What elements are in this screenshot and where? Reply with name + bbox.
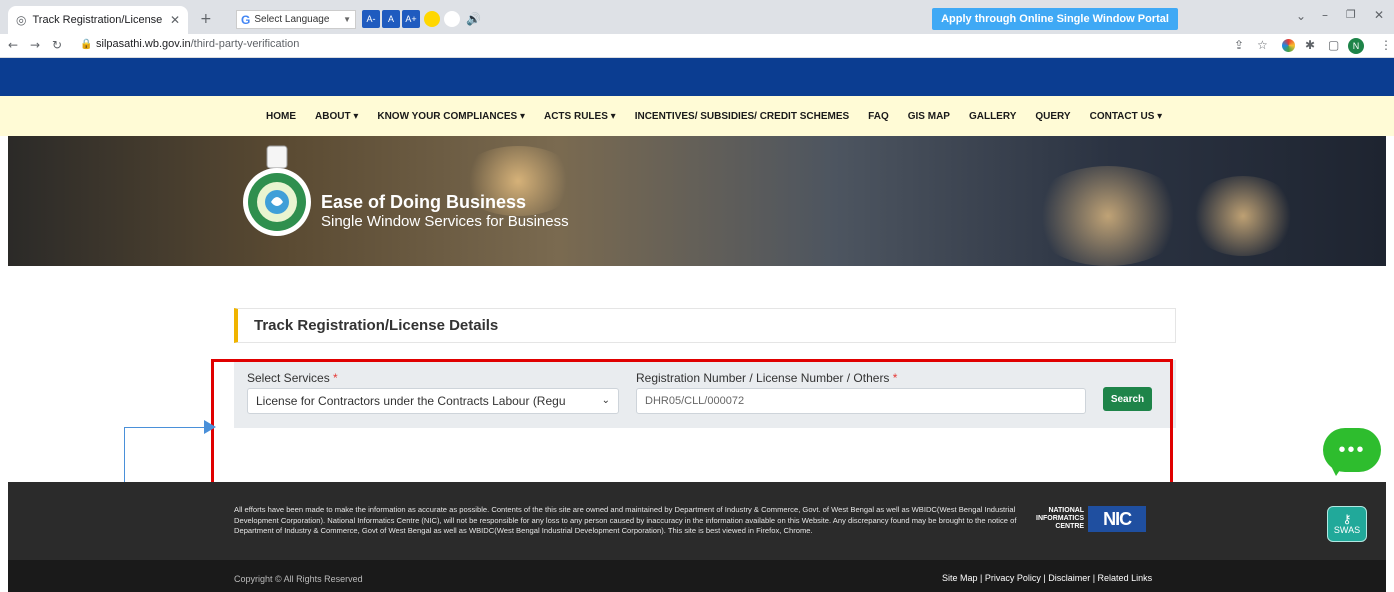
browser-tab-bar: ◎ Track Registration/License Detail ✕ + …	[0, 0, 1394, 34]
hero-subtitle: Single Window Services for Business	[321, 213, 569, 230]
new-tab-icon[interactable]: +	[200, 12, 212, 26]
nav-home[interactable]: HOME	[266, 111, 296, 122]
nic-wordmark-line: INFORMATICS	[1036, 515, 1085, 522]
back-icon[interactable]: ←	[8, 39, 18, 51]
page-title: Track Registration/License Details	[254, 317, 499, 334]
share-icon[interactable]: ⇪	[1234, 39, 1244, 51]
nav-about[interactable]: ABOUT ▾	[315, 111, 358, 122]
browser-tab[interactable]: ◎ Track Registration/License Detail ✕	[8, 6, 188, 34]
arrow-right-icon	[204, 420, 216, 434]
white-theme-button[interactable]	[444, 11, 460, 27]
nic-wordmark: NATIONAL INFORMATICS CENTRE	[1036, 507, 1084, 531]
annotation-arrow-line	[124, 427, 206, 428]
nav-query[interactable]: QUERY	[1035, 111, 1070, 122]
extensions-puzzle-icon[interactable]: ✱	[1305, 39, 1315, 51]
search-button[interactable]: Search	[1103, 387, 1152, 411]
minimize-icon[interactable]: –	[1322, 9, 1328, 21]
restore-icon[interactable]: ❐	[1346, 9, 1356, 20]
browser-address-bar: ← → ↻ 🔒 silpasathi.wb.gov.in/third-party…	[0, 34, 1394, 58]
yellow-theme-button[interactable]	[424, 11, 440, 27]
window-close-icon[interactable]: ✕	[1374, 9, 1384, 21]
accessibility-bar	[0, 58, 1394, 96]
nav-incentives[interactable]: INCENTIVES/ SUBSIDIES/ CREDIT SCHEMES	[635, 111, 849, 122]
profile-avatar[interactable]: N	[1348, 38, 1364, 54]
registration-number-label-text: Registration Number / License Number / O…	[636, 371, 890, 385]
url-path: /third-party-verification	[190, 38, 300, 50]
footer-disclaimer: All efforts have been made to make the i…	[234, 505, 1017, 536]
footer-bottom-bar	[8, 560, 1386, 592]
language-selector[interactable]: G Select Language ▼	[236, 10, 356, 29]
side-panel-icon[interactable]: ▢	[1328, 39, 1339, 51]
nav-acts-rules[interactable]: ACTS RULES ▾	[544, 111, 616, 122]
footer-links[interactable]: Site Map | Privacy Policy | Disclaimer |…	[942, 573, 1152, 583]
main-navigation: HOME ABOUT ▾ KNOW YOUR COMPLIANCES ▾ ACT…	[0, 96, 1394, 136]
nic-logo[interactable]: NATIONAL INFORMATICS CENTRE NIC	[1036, 505, 1158, 533]
nav-gallery[interactable]: GALLERY	[969, 111, 1016, 122]
hero-title: Ease of Doing Business	[321, 192, 527, 212]
reload-icon[interactable]: ↻	[52, 39, 62, 51]
close-tab-icon[interactable]: ✕	[170, 14, 180, 26]
browser-menu-icon[interactable]: ⋮	[1380, 39, 1392, 51]
copyright-text: Copyright © All Rights Reserved	[234, 574, 363, 584]
key-icon: ⚷	[1342, 512, 1352, 526]
url-field[interactable]: silpasathi.wb.gov.in/third-party-verific…	[96, 38, 299, 50]
google-translate-icon: G	[241, 12, 251, 27]
forward-icon[interactable]: →	[30, 39, 40, 51]
chevron-down-icon: ▼	[343, 15, 351, 24]
nav-know-your-compliances[interactable]: KNOW YOUR COMPLIANCES ▾	[377, 111, 525, 122]
page-title-card: Track Registration/License Details	[234, 308, 1176, 343]
tab-title: Track Registration/License Detail	[32, 14, 163, 26]
required-marker: *	[892, 371, 898, 385]
font-decrease-button[interactable]: A-	[362, 10, 380, 28]
nic-wordmark-line: CENTRE	[1055, 523, 1085, 530]
registration-number-input[interactable]	[636, 388, 1086, 414]
nav-faq[interactable]: FAQ	[868, 111, 889, 122]
registration-number-label: Registration Number / License Number / O…	[636, 371, 897, 385]
lock-icon: 🔒	[80, 39, 93, 50]
nic-logo-mark: NIC	[1088, 506, 1147, 532]
font-increase-button[interactable]: A+	[402, 10, 420, 28]
required-marker: *	[333, 371, 338, 385]
select-services-dropdown[interactable]: License for Contractors under the Contra…	[247, 388, 619, 414]
bookmark-star-icon[interactable]: ☆	[1257, 39, 1268, 51]
chevron-down-icon: ⌄	[601, 395, 610, 406]
speaker-icon[interactable]: 🔊	[466, 12, 481, 26]
nic-wordmark-line: NATIONAL	[1048, 507, 1085, 514]
tab-search-icon[interactable]: ⌄	[1296, 10, 1306, 22]
select-services-label-text: Select Services	[247, 371, 330, 385]
extension-icon[interactable]	[1282, 39, 1295, 52]
select-services-value: License for Contractors under the Contra…	[256, 394, 566, 408]
url-host: silpasathi.wb.gov.in	[96, 38, 191, 50]
swas-button[interactable]: ⚷ SWAS	[1327, 506, 1367, 542]
font-normal-button[interactable]: A	[382, 10, 400, 28]
west-bengal-emblem-icon	[243, 145, 311, 236]
hero-banner	[8, 136, 1386, 266]
apply-online-button[interactable]: Apply through Online Single Window Porta…	[932, 8, 1178, 30]
nav-gis-map[interactable]: GIS MAP	[908, 111, 950, 122]
nav-contact-us[interactable]: CONTACT US ▾	[1090, 111, 1163, 122]
site-favicon-icon: ◎	[16, 13, 27, 27]
chat-bubble-tail	[1330, 464, 1344, 476]
language-selector-label: Select Language	[254, 14, 330, 25]
select-services-label: Select Services *	[247, 371, 338, 385]
swas-label: SWAS	[1333, 525, 1361, 535]
